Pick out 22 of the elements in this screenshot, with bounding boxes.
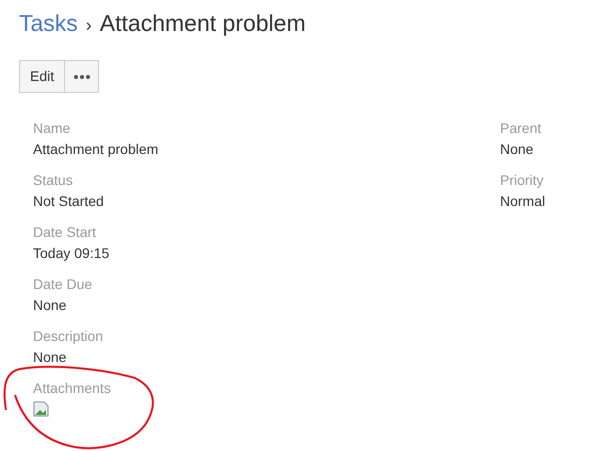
field-label: Date Start — [33, 223, 96, 242]
field-label: Description — [33, 327, 104, 346]
more-icon — [74, 74, 90, 78]
field-value: None — [33, 348, 66, 367]
field-label: Parent — [500, 119, 542, 138]
breadcrumb-link[interactable]: Tasks — [19, 6, 78, 40]
field-label: Status — [33, 171, 73, 190]
field-label: Priority — [500, 171, 544, 190]
field-label: Attachments — [33, 379, 111, 398]
field-value: None — [33, 296, 66, 315]
edit-button[interactable]: Edit — [19, 60, 66, 93]
field-value: Attachment problem — [33, 140, 158, 159]
breadcrumb-separator: › — [86, 14, 92, 37]
broken-image-icon — [33, 401, 49, 417]
field-label: Name — [33, 119, 70, 138]
field-value: Normal — [500, 192, 546, 211]
page-title: Attachment problem — [100, 9, 306, 38]
field-value: None — [500, 140, 534, 159]
field-label: Date Due — [33, 275, 92, 294]
more-button[interactable] — [65, 60, 100, 93]
field-value: Not Started — [33, 192, 104, 211]
field-value: Today 09:15 — [33, 244, 110, 263]
